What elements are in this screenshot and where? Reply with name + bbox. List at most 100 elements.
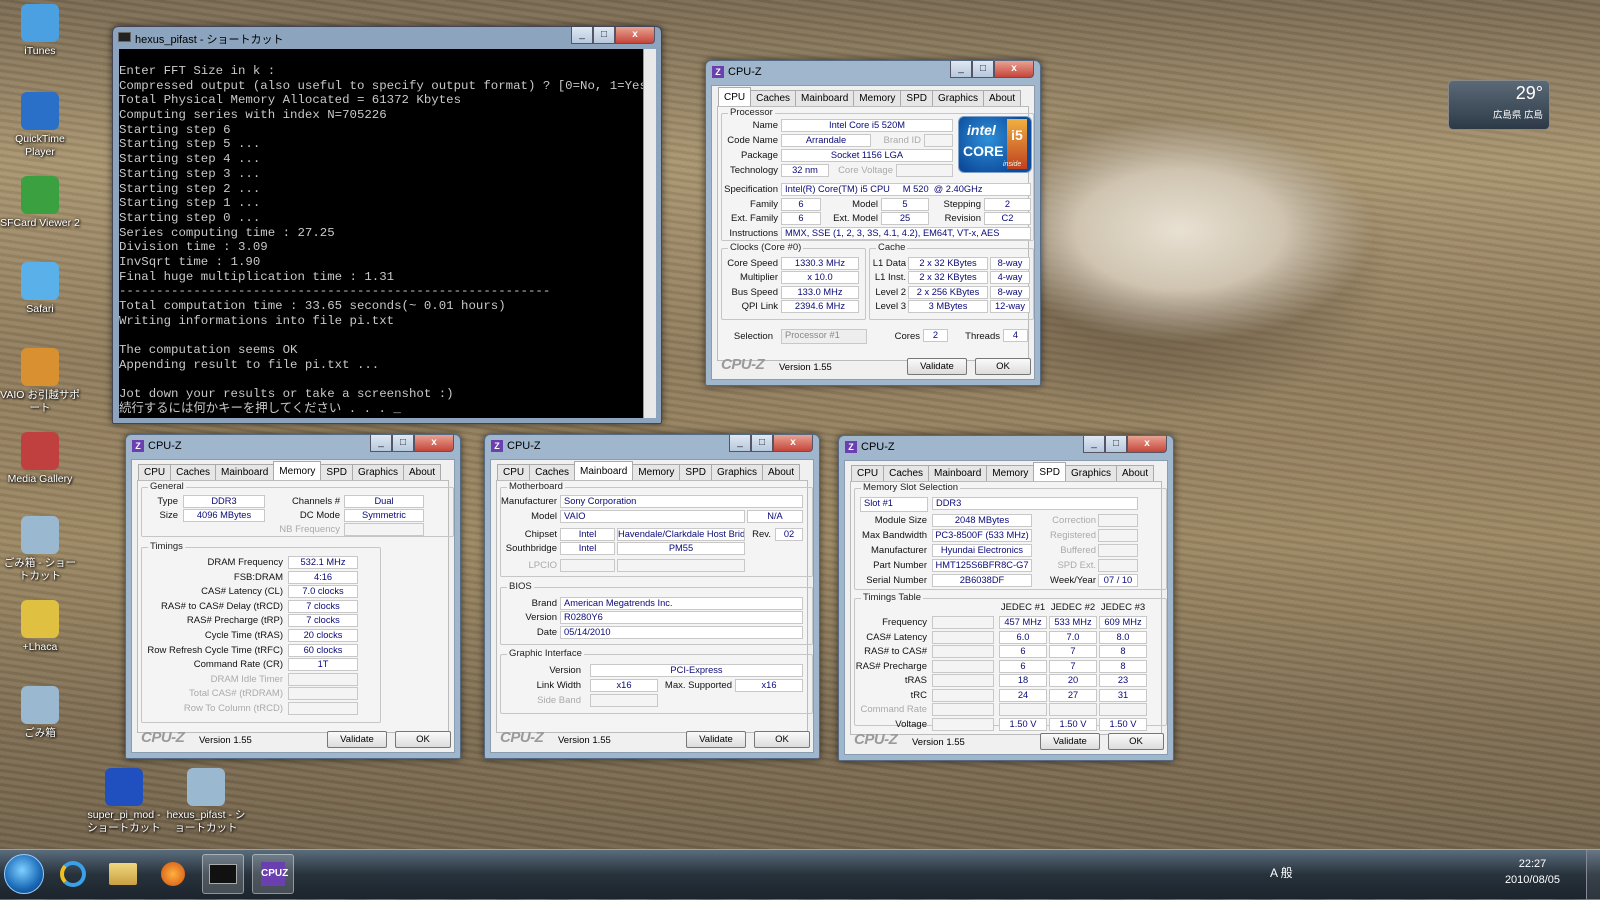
weather-gadget[interactable]: 29° 広島県 広島 — [1448, 80, 1550, 130]
desktop-icon-safari[interactable]: Safari — [0, 262, 80, 316]
tab-graphics[interactable]: Graphics — [931, 90, 984, 106]
desktop-icon-recycle-shortcut[interactable]: ごみ箱 - ショートカット — [0, 516, 80, 583]
maximize-button[interactable]: □ — [1105, 436, 1127, 453]
spd-timing-value: 23 — [1099, 674, 1147, 687]
console-window[interactable]: hexus_pifast - ショートカット _ □ x Enter FFT S… — [112, 26, 662, 424]
tab-cpu[interactable]: CPU — [718, 87, 752, 106]
explorer-taskbar-icon[interactable] — [102, 854, 144, 894]
weather-temp: 29° — [1515, 83, 1543, 103]
minimize-button[interactable]: _ — [950, 61, 972, 78]
cpuz-window-spd[interactable]: Z CPU-Z CPU Caches Mainboard Memory SPD Graphi… — [838, 435, 1174, 761]
close-button[interactable]: x — [994, 61, 1034, 78]
ext-family-value: 6 — [781, 212, 821, 225]
tab-cpu[interactable]: CPU — [497, 464, 531, 480]
tab-memory[interactable]: Memory — [986, 465, 1035, 481]
maximize-button[interactable]: □ — [593, 27, 615, 44]
clock[interactable]: 22:27 2010/08/05 — [1505, 856, 1560, 888]
timing-value — [288, 672, 358, 686]
slot-select[interactable]: Slot #1 — [860, 497, 928, 512]
tab-caches[interactable]: Caches — [529, 464, 576, 480]
processor-select[interactable]: Processor #1 — [781, 329, 867, 344]
minimize-button[interactable]: _ — [1083, 436, 1105, 453]
tab-about[interactable]: About — [403, 464, 442, 480]
minimize-button[interactable]: _ — [571, 27, 593, 44]
technology-label: Technology — [729, 165, 778, 176]
close-button[interactable]: x — [615, 27, 655, 44]
console-output[interactable]: Enter FFT Size in k : Compressed output (… — [119, 49, 643, 418]
ok-button[interactable]: OK — [754, 731, 810, 748]
desktop-icon-itunes[interactable]: iTunes — [0, 4, 80, 58]
ie-taskbar-icon[interactable] — [52, 854, 94, 894]
tab-about[interactable]: About — [983, 90, 1022, 106]
cpuz-window-mainboard[interactable]: Z CPU-Z CPU Caches Mainboard Memory SPD Graphi… — [484, 434, 820, 759]
validate-button[interactable]: Validate — [1040, 733, 1100, 750]
close-button[interactable]: x — [1127, 436, 1167, 453]
cpuz-window-memory[interactable]: Z CPU-Z CPU Caches Mainboard Memory SPD Graphi… — [125, 434, 461, 759]
media-player-taskbar-icon[interactable] — [152, 854, 194, 894]
tab-spd[interactable]: SPD — [900, 90, 933, 106]
tab-mainboard[interactable]: Mainboard — [215, 464, 275, 480]
maximize-button[interactable]: □ — [751, 435, 773, 452]
tab-spd[interactable]: SPD — [320, 464, 353, 480]
tab-caches[interactable]: Caches — [883, 465, 930, 481]
tab-graphics[interactable]: Graphics — [1064, 465, 1117, 481]
ime-indicator[interactable]: A 般 — [1270, 864, 1293, 881]
tab-graphics[interactable]: Graphics — [710, 464, 763, 480]
spd-timing-value: 27 — [1049, 688, 1097, 702]
codename-label: Code Name — [727, 135, 778, 146]
tab-caches[interactable]: Caches — [750, 90, 797, 106]
cpuz-window-cpu[interactable]: Z CPU-Z CPU Caches Mainboard Memory SPD Graphi… — [705, 60, 1041, 386]
tab-graphics[interactable]: Graphics — [351, 464, 404, 480]
tab-mainboard[interactable]: Mainboard — [795, 90, 855, 106]
tab-spd[interactable]: SPD — [1033, 462, 1066, 481]
close-button[interactable]: x — [773, 435, 813, 452]
desktop-icon-sfcard[interactable]: SFCard Viewer 2 — [0, 176, 80, 230]
cpuz-brand-logo: CPU-Z — [854, 731, 898, 748]
console-taskbar-icon[interactable] — [202, 854, 244, 894]
tab-caches[interactable]: Caches — [170, 464, 217, 480]
tab-mainboard[interactable]: Mainboard — [574, 461, 634, 480]
cpuz-taskbar-icon[interactable]: CPUZ — [252, 854, 294, 894]
minimize-button[interactable]: _ — [729, 435, 751, 452]
spd-timing-value — [999, 703, 1047, 716]
l1-inst-label: L1 Inst. — [874, 272, 906, 283]
bios-brand-value: American Megatrends Inc. — [560, 597, 803, 610]
show-desktop-button[interactable] — [1586, 850, 1600, 900]
maximize-button[interactable]: □ — [392, 435, 414, 452]
tab-cpu[interactable]: CPU — [851, 465, 885, 481]
spd-manufacturer-value: Hyundai Electronics — [932, 544, 1032, 557]
console-scrollbar[interactable] — [643, 49, 656, 418]
desktop-icon-superpi[interactable]: super_pi_mod - ショートカット — [84, 768, 164, 835]
tab-cpu[interactable]: CPU — [138, 464, 172, 480]
tab-about[interactable]: About — [1116, 465, 1155, 481]
desktop-icon-recycle-bin[interactable]: ごみ箱 — [0, 686, 80, 740]
tab-memory[interactable]: Memory — [273, 461, 322, 480]
tab-mainboard[interactable]: Mainboard — [928, 465, 988, 481]
tab-spd[interactable]: SPD — [679, 464, 712, 480]
close-button[interactable]: x — [414, 435, 454, 452]
ok-button[interactable]: OK — [395, 731, 451, 748]
part-number-value: HMT125S6BFR8C-G7 — [932, 559, 1032, 572]
desktop-icon-quicktime[interactable]: QuickTime Player — [0, 92, 80, 159]
desktop-icon-hexus[interactable]: hexus_pifast - ショートカット — [166, 768, 246, 835]
desktop-icon-media-gallery[interactable]: Media Gallery — [0, 432, 80, 486]
desktop-icon-vaio[interactable]: VAIO お引越サポート — [0, 348, 80, 415]
ok-button[interactable]: OK — [1108, 733, 1164, 750]
minimize-button[interactable]: _ — [370, 435, 392, 452]
cpuz-app-icon: Z — [132, 440, 144, 452]
spd-manufacturer-label: Manufacturer — [871, 545, 927, 556]
start-button[interactable] — [4, 854, 44, 894]
tab-memory[interactable]: Memory — [632, 464, 681, 480]
desktop-icon-lhaca[interactable]: +Lhaca — [0, 600, 80, 654]
tab-memory[interactable]: Memory — [853, 90, 902, 106]
bios-date-value: 05/14/2010 — [560, 626, 803, 639]
validate-button[interactable]: Validate — [327, 731, 387, 748]
quicktime-icon — [21, 92, 59, 130]
maximize-button[interactable]: □ — [972, 61, 994, 78]
validate-button[interactable]: Validate — [907, 358, 967, 375]
validate-button[interactable]: Validate — [686, 731, 746, 748]
timing-label: RAS# Precharge (tRP) — [186, 615, 283, 627]
threads-value: 4 — [1003, 329, 1028, 342]
tab-about[interactable]: About — [762, 464, 801, 480]
ok-button[interactable]: OK — [975, 358, 1031, 375]
